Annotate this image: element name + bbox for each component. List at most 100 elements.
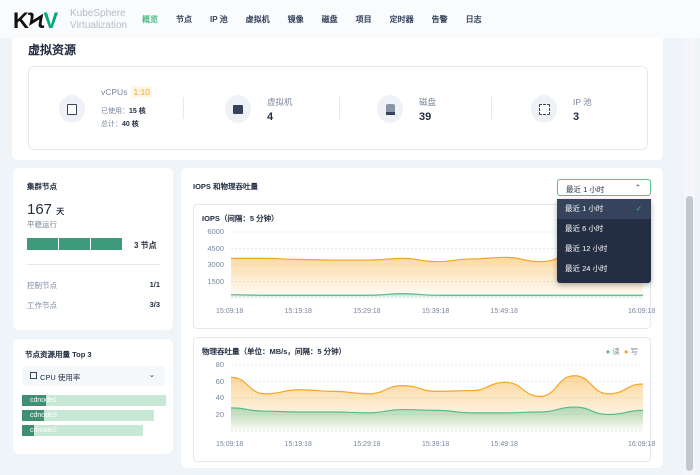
vm-count: 4 — [267, 110, 274, 123]
x-tick-label: 15:49:18 — [490, 441, 518, 448]
nav-item[interactable]: 镜像 — [288, 14, 304, 25]
divider — [183, 97, 184, 119]
disk-label: 磁盘 — [419, 96, 437, 107]
used-value: 15 核 — [129, 108, 146, 115]
uptime-value: 167 — [27, 201, 53, 218]
used-label: 已使用： — [101, 108, 129, 115]
cluster-nodes-title: 集群节点 — [27, 182, 57, 191]
cpu-icon — [30, 372, 37, 379]
brand-name: KubeSphere Virtualization — [70, 8, 127, 32]
scrollbar-thumb[interactable] — [686, 196, 693, 471]
nav-item[interactable]: 概览 — [142, 14, 158, 25]
worker-nodes-value: 3/3 — [149, 300, 160, 309]
x-tick-label: 15:19:18 — [284, 441, 312, 448]
throughput-chart: 物理吞吐量（单位：MB/s，间隔：5 分钟） 80 60 40 20 15:09:18 15… — [193, 337, 655, 462]
vm-stat: 虚拟机 4 — [225, 67, 293, 151]
node-segment — [59, 238, 90, 250]
x-tick-label: 15:29:18 — [353, 308, 381, 315]
scrollbar-track[interactable] — [684, 38, 695, 475]
io-title: IOPS 和物理吞吐量 — [193, 182, 259, 191]
legend-read[interactable]: 读 — [612, 347, 620, 356]
check-icon: ✓ — [635, 204, 642, 213]
top-nav-bar: KϞV KubeSphere Virtualization 概览 节点 IP 池 虚拟机… — [0, 0, 700, 38]
vcpu-stat: vCPUs 1:10 已使用：15 核 总计：40 核 — [59, 67, 152, 151]
ip-pool-icon — [538, 103, 550, 115]
read-dot-icon: ● — [605, 347, 611, 356]
metric-selected: CPU 使用率 — [40, 373, 81, 382]
x-tick-label: 15:39:18 — [422, 441, 450, 448]
uptime-label: 平稳运行 — [27, 220, 57, 229]
total-value: 40 核 — [122, 121, 139, 128]
nav-item[interactable]: 磁盘 — [322, 14, 338, 25]
x-tick-label: 16:09:18 — [628, 441, 656, 448]
node-segment — [27, 238, 58, 250]
control-nodes-value: 1/1 — [149, 280, 160, 289]
node-count: 3 节点 — [134, 241, 157, 250]
y-tick-label: 40 — [215, 393, 224, 402]
time-range-option[interactable]: 最近 12 小时 — [557, 239, 651, 259]
write-dot-icon: ● — [623, 347, 629, 356]
ippool-label: IP 池 — [573, 96, 592, 107]
node-name: cdnode3 — [30, 412, 57, 419]
ksv-logo[interactable]: KϞV — [13, 8, 58, 34]
x-tick-label: 15:09:18 — [216, 308, 244, 315]
vcpu-label: vCPUs — [101, 87, 128, 97]
time-range-option[interactable]: 最近 1 小时 ✓ — [557, 199, 651, 219]
top-usage-title: 节点资源用量 Top 3 — [25, 350, 92, 359]
chevron-down-icon: ⌄ — [148, 370, 155, 379]
nav-item[interactable]: 告警 — [432, 14, 448, 25]
divider — [339, 97, 340, 119]
page-title: 虚拟资源 — [28, 43, 77, 57]
overcommit-ratio: 1:10 — [131, 86, 152, 98]
y-tick-label: 20 — [215, 409, 224, 419]
vm-label: 虚拟机 — [267, 96, 293, 107]
chevron-up-icon: ⌃ — [634, 183, 641, 192]
main-nav: 概览 节点 IP 池 虚拟机 镜像 磁盘 项目 定时器 告警 日志 — [142, 14, 500, 25]
disk-count: 39 — [419, 110, 432, 123]
time-range-value: 最近 1 小时 — [566, 185, 605, 194]
disk-stat: 磁盘 39 — [377, 67, 436, 151]
node-segment — [91, 238, 122, 250]
ippool-count: 3 — [573, 110, 580, 123]
metric-select[interactable]: CPU 使用率 ⌄ — [22, 366, 165, 386]
time-range-select[interactable]: 最近 1 小时 ⌃ — [557, 179, 651, 196]
nav-item[interactable]: 节点 — [176, 14, 192, 25]
node-name: cdnode2 — [30, 427, 57, 434]
time-range-option[interactable]: 最近 6 小时 — [557, 219, 651, 239]
nav-item[interactable]: 日志 — [466, 14, 482, 25]
nav-item[interactable]: IP 池 — [210, 14, 228, 25]
option-label: 最近 1 小时 — [565, 204, 604, 213]
nav-item[interactable]: 虚拟机 — [246, 14, 270, 25]
y-tick-label: 1500 — [207, 276, 224, 286]
node-usage-bar[interactable]: cdnode3 — [22, 410, 155, 421]
laptop-icon — [233, 104, 243, 114]
x-tick-label: 15:19:18 — [284, 308, 312, 315]
x-tick-label: 15:29:18 — [353, 441, 381, 448]
node-usage-bar[interactable]: cdnode2 — [22, 425, 143, 436]
x-tick-label: 15:39:18 — [422, 308, 450, 315]
y-tick-label: 6000 — [207, 227, 224, 236]
option-label: 最近 24 小时 — [565, 264, 608, 273]
x-tick-label: 16:09:18 — [628, 308, 656, 315]
node-usage-bar[interactable]: cdnode1 — [22, 395, 166, 406]
ippool-stat: IP 池 3 — [531, 67, 592, 151]
nav-item[interactable]: 定时器 — [390, 14, 414, 25]
cpu-icon — [67, 103, 77, 115]
y-tick-label: 60 — [215, 376, 224, 386]
divider — [27, 264, 160, 265]
time-range-option[interactable]: 最近 24 小时 — [557, 259, 651, 279]
time-range-menu: 最近 1 小时 ✓ 最近 6 小时 最近 12 小时 最近 24 小时 — [557, 199, 651, 283]
divider — [491, 97, 492, 119]
disk-icon — [385, 103, 395, 115]
node-name: cdnode1 — [30, 397, 57, 404]
y-tick-label: 4500 — [207, 243, 224, 253]
uptime-unit: 天 — [56, 207, 65, 216]
brand-line2: Virtualization — [70, 20, 128, 31]
nav-item[interactable]: 项目 — [356, 14, 372, 25]
option-label: 最近 12 小时 — [565, 244, 608, 253]
legend-write[interactable]: 写 — [631, 347, 639, 356]
chart-legend: ● 读 ● 写 — [606, 346, 638, 357]
x-tick-label: 15:49:18 — [490, 308, 518, 315]
brand-line1: KubeSphere — [70, 8, 126, 19]
option-label: 最近 6 小时 — [565, 224, 604, 233]
